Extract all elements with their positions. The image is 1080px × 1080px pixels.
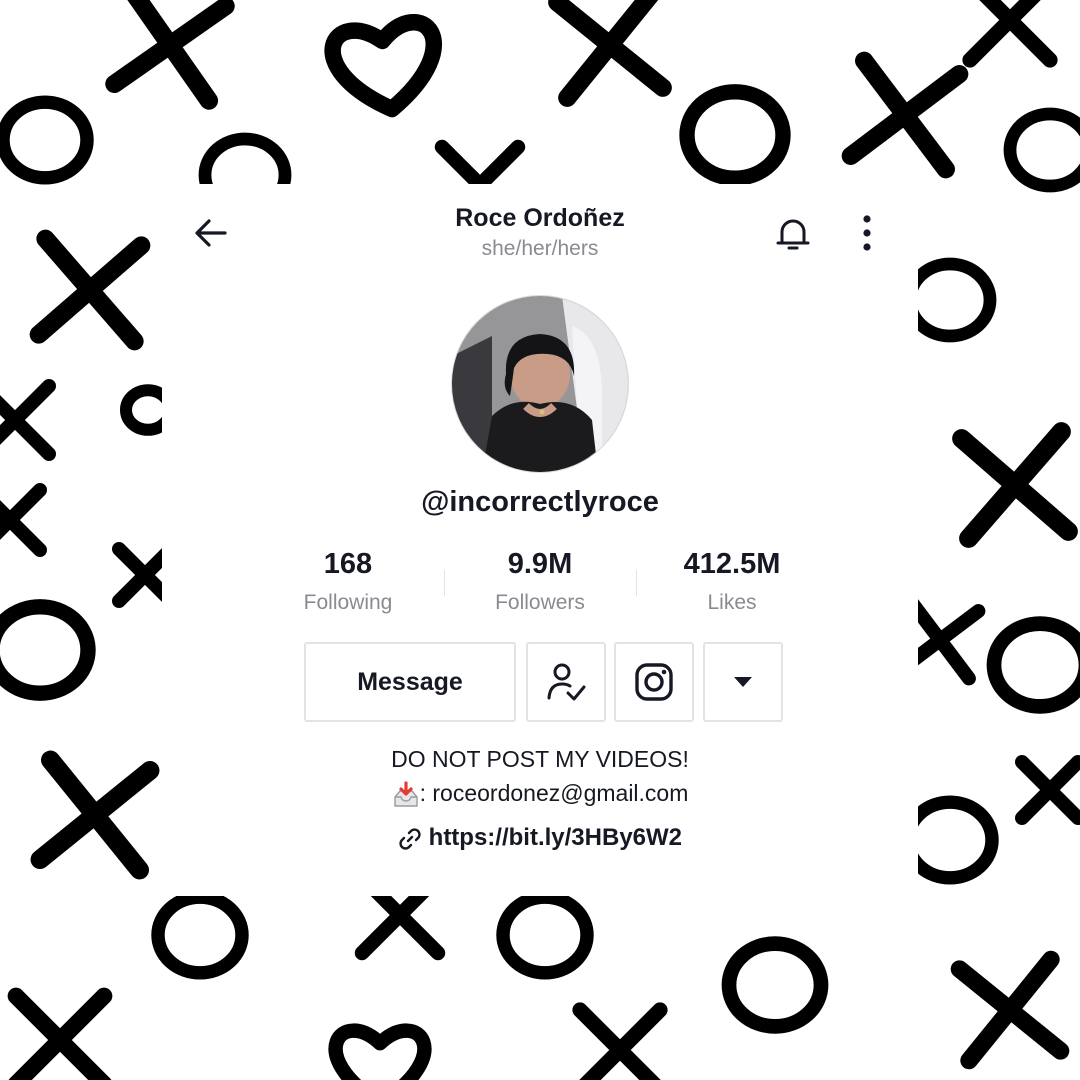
bio-link-row[interactable]: https://bit.ly/3HBy6W2 (162, 824, 918, 852)
bio-link[interactable]: https://bit.ly/3HBy6W2 (429, 824, 682, 851)
background-mark (572, 1002, 668, 1080)
background-mark (151, 890, 249, 980)
instagram-button[interactable] (614, 642, 694, 722)
email-address: roceordonez@gmail.com (432, 780, 689, 806)
email-prefix: : (419, 780, 426, 806)
background-mark (841, 51, 969, 179)
vertical-dots-icon[interactable] (850, 212, 884, 254)
background-mark (548, 0, 672, 107)
bio-text: DO NOT POST MY VIDEOS! (391, 746, 689, 772)
background-mark (1003, 107, 1080, 193)
person-check-icon (547, 663, 586, 701)
background-mark (1015, 755, 1080, 825)
background-mark (0, 379, 56, 461)
following-button[interactable] (526, 642, 606, 722)
background-mark (986, 616, 1080, 714)
instagram-icon (635, 663, 673, 701)
caret-down-icon (734, 677, 752, 687)
stat-following[interactable]: 168 Following (248, 548, 448, 615)
profile-photo (452, 296, 628, 472)
stat-value: 168 (323, 548, 373, 580)
stat-label: Following (303, 591, 393, 614)
background-mark (903, 257, 997, 343)
bell-icon[interactable] (772, 212, 814, 254)
stat-label: Followers (495, 591, 585, 614)
background-mark (952, 422, 1078, 548)
background-mark (0, 599, 96, 701)
message-button[interactable]: Message (304, 642, 516, 722)
background-mark (950, 950, 1070, 1070)
username: @incorrectlyroce (421, 486, 659, 518)
background-mark (30, 750, 160, 880)
stat-likes[interactable]: 412.5M Likes (632, 548, 832, 615)
stat-followers[interactable]: 9.9M Followers (440, 548, 640, 615)
background-mark (962, 0, 1058, 68)
background-mark (721, 936, 829, 1034)
background-mark (679, 84, 791, 186)
stat-value: 412.5M (683, 548, 781, 580)
background-mark (328, 1023, 432, 1080)
background-mark (105, 0, 235, 110)
link-icon (399, 828, 421, 850)
background-mark (0, 483, 47, 557)
stat-label: Likes (707, 591, 757, 614)
background-mark (496, 890, 594, 980)
background-mark (324, 14, 442, 118)
background-mark (901, 795, 999, 885)
background-mark (7, 987, 113, 1080)
background-mark (29, 229, 151, 351)
inbox-tray-icon (393, 781, 418, 807)
stat-value: 9.9M (507, 548, 573, 580)
profile-card: Roce Ordoñez she/her/hers @incorrectlyro… (162, 184, 918, 896)
avatar[interactable] (452, 296, 628, 472)
bio-email-line: : roceordonez@gmail.com (162, 780, 918, 809)
background-mark (0, 95, 94, 185)
message-button-label: Message (357, 667, 463, 696)
more-options-dropdown[interactable] (703, 642, 783, 722)
